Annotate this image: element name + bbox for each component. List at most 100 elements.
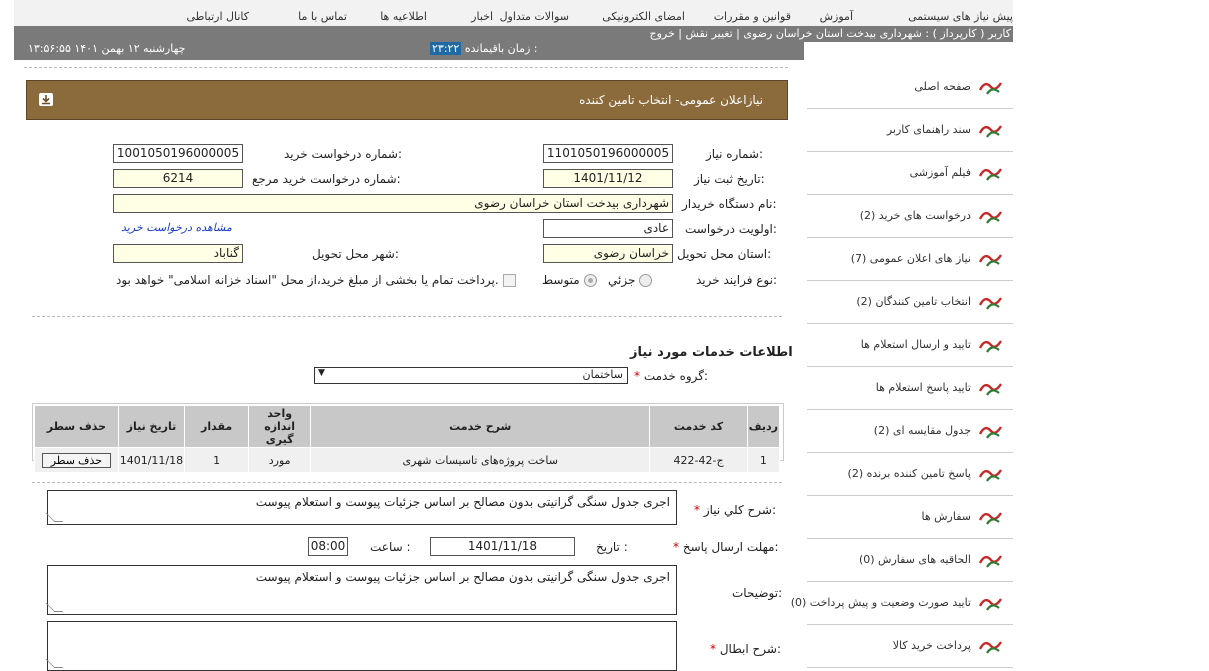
nav-prerequisites[interactable]: پیش نیاز های سیستمی xyxy=(908,10,1013,23)
req-no-label: شماره درخواست خرید: xyxy=(284,147,403,161)
col-unit: واحد اندازه گیری xyxy=(248,405,312,448)
nav-e-signature[interactable]: امضای الکترونیکی xyxy=(602,10,685,23)
city-field: گناباد xyxy=(113,244,243,263)
current-datetime: ۱۳:۵۶:۵۵ چهارشنبه ۱۲ بهمن ۱۴۰۱ xyxy=(28,42,186,55)
radio-partial[interactable] xyxy=(639,274,653,287)
sidebar-item-public-needs[interactable]: نیاز های اعلان عمومی (7) xyxy=(807,238,1013,281)
sidebar-item-order-addenda[interactable]: الحاقیه های سفارش (0) xyxy=(807,539,1013,582)
download-icon[interactable] xyxy=(39,93,53,106)
menu-logo-icon xyxy=(977,336,1005,354)
ref-req-field: 6214 xyxy=(113,169,243,188)
process-label: نوع فرایند خرید: xyxy=(696,273,778,287)
service-group-select[interactable]: ساختمان ▼ xyxy=(314,367,628,384)
col-qty: مقدار xyxy=(184,405,250,448)
menu-logo-icon xyxy=(977,207,1005,225)
sidebar-item-orders[interactable]: سفارش ها xyxy=(807,496,1013,539)
col-row: ردیف xyxy=(746,405,781,448)
general-desc-textarea[interactable]: اجری جدول سنگی گرانیتی بدون مصالح بر اسا… xyxy=(47,490,677,525)
priority-field: عادی xyxy=(543,219,673,238)
ref-req-label: شماره درخواست خرید مرجع: xyxy=(252,172,401,186)
nav-channel[interactable]: کانال ارتباطی xyxy=(186,10,249,23)
sidebar-item-user-guide[interactable]: سند راهنمای کاربر xyxy=(807,109,1013,152)
date-bar: ۱۳:۵۶:۵۵ چهارشنبه ۱۲ بهمن ۱۴۰۱ ۲۳:۲۲ زما… xyxy=(14,42,804,60)
deadline-date-field[interactable]: 1401/11/18 xyxy=(430,537,575,556)
cell-unit: مورد xyxy=(248,447,312,473)
table-row: 1 ج-42-422 ساخت پروژه‌های تاسیسات شهری م… xyxy=(34,447,781,473)
services-heading: اطلاعات خدمات مورد نیاز xyxy=(630,345,793,360)
user-bar: کاربر ( کارپرداز ) : شهرداری بیدخت استان… xyxy=(14,26,1013,42)
sidebar-item-comparison-table[interactable]: جدول مقایسه ای (2) xyxy=(807,410,1013,453)
table-header-row: ردیف کد خدمت شرح خدمت واحد اندازه گیری م… xyxy=(34,405,781,448)
req-no-field: 1001050196000005 xyxy=(113,144,243,163)
city-label: شهر محل تحویل: xyxy=(312,247,399,261)
reg-date-label: تاریخ ثبت نیاز: xyxy=(694,172,765,186)
divider xyxy=(32,482,782,483)
divider xyxy=(32,316,782,317)
sidebar-item-training-video[interactable]: فیلم آموزشی xyxy=(807,152,1013,195)
delete-row-button[interactable]: حذف سطر xyxy=(41,452,112,468)
nav-news[interactable]: اخبار xyxy=(471,10,493,23)
nav-faq[interactable]: سوالات متداول xyxy=(500,10,569,23)
sidebar-item-home[interactable]: صفحه اصلی xyxy=(807,66,1013,109)
sidebar-item-pay-goods[interactable]: پرداخت خرید کالا xyxy=(807,625,1013,668)
menu-logo-icon xyxy=(977,422,1005,440)
priority-label: اولویت درخواست: xyxy=(685,222,777,236)
panel-title: نیازاعلان عمومی- انتخاب تامین کننده xyxy=(579,93,763,107)
cell-row: 1 xyxy=(746,447,781,473)
menu-logo-icon xyxy=(977,293,1005,311)
cell-code: ج-42-422 xyxy=(649,447,748,473)
deadline-time-label: ساعت : xyxy=(370,540,411,554)
general-desc-label: * شرح کلي نیاز: xyxy=(694,503,777,517)
menu-logo-icon xyxy=(977,78,1005,96)
payment-note: پرداخت تمام یا بخشی از مبلغ خرید،از محل … xyxy=(116,273,499,287)
sidebar-item-approve-statements[interactable]: تایید صورت وضعیت و پیش پرداخت (0) xyxy=(791,582,1013,625)
opt-partial: جزئي xyxy=(608,273,653,287)
menu-logo-icon xyxy=(977,637,1005,655)
province-label: استان محل تحویل: xyxy=(677,247,772,261)
view-request-link[interactable]: مشاهده درخواست خرید xyxy=(121,221,232,234)
col-desc: شرح خدمت xyxy=(310,405,651,448)
col-code: کد خدمت xyxy=(649,405,748,448)
timer-value: ۲۳:۲۲ xyxy=(430,42,462,55)
nav-training[interactable]: آموزش xyxy=(820,10,853,23)
col-delete: حذف سطر xyxy=(34,405,119,448)
cell-date: 1401/11/18 xyxy=(117,447,186,473)
payment-checkbox[interactable] xyxy=(502,274,516,287)
deadline-time-field[interactable]: 08:00 xyxy=(308,537,348,556)
session-timer: ۲۳:۲۲ زمان باقیمانده : xyxy=(430,42,537,55)
page: پیش نیاز های سیستمی آموزش قوانین و مقررا… xyxy=(14,0,1013,671)
menu-logo-icon xyxy=(977,594,1005,612)
cancel-desc-textarea[interactable] xyxy=(47,621,677,671)
cancel-desc-label: * شرح ابطال: xyxy=(710,642,782,656)
menu-logo-icon xyxy=(977,379,1005,397)
notes-textarea[interactable]: اجری جدول سنگی گرانیتی بدون مصالح بر اسا… xyxy=(47,565,677,615)
deadline-date-label: تاریخ : xyxy=(596,540,628,554)
cell-qty: 1 xyxy=(184,447,250,473)
sidebar-item-approve-send-inquiries[interactable]: تایید و ارسال استعلام ها xyxy=(807,324,1013,367)
sidebar-item-approve-inquiry-responses[interactable]: تایید پاسخ استعلام ها xyxy=(807,367,1013,410)
sidebar-item-winner-response[interactable]: پاسخ تامین کننده برنده (2) xyxy=(807,453,1013,496)
cell-desc: ساخت پروژه‌های تاسیسات شهری xyxy=(310,447,651,473)
nav-contact[interactable]: تماس با ما xyxy=(298,10,347,23)
divider xyxy=(24,67,788,68)
opt-medium: متوسط xyxy=(542,273,597,287)
radio-medium[interactable] xyxy=(583,274,597,287)
deadline-label: * مهلت ارسال پاسخ: xyxy=(673,540,779,554)
need-no-field: 1101050196000005 xyxy=(543,144,673,163)
buyer-field: شهرداری بیدخت استان خراسان رضوی xyxy=(113,194,673,213)
payment-option: پرداخت تمام یا بخشی از مبلغ خرید،از محل … xyxy=(116,273,516,287)
nav-announcements[interactable]: اطلاعیه ها xyxy=(380,10,427,23)
reg-date-field: 1401/11/12 xyxy=(543,169,673,188)
menu-logo-icon xyxy=(977,465,1005,483)
menu-logo-icon xyxy=(977,121,1005,139)
menu-logo-icon xyxy=(977,551,1005,569)
sidebar-item-purchase-requests[interactable]: درخواست های خرید (2) xyxy=(807,195,1013,238)
sidebar-item-select-suppliers[interactable]: انتخاب تامین کنندگان (2) xyxy=(807,281,1013,324)
nav-laws[interactable]: قوانین و مقررات xyxy=(714,10,791,23)
panel-header: نیازاعلان عمومی- انتخاب تامین کننده xyxy=(26,80,788,120)
menu-logo-icon xyxy=(977,164,1005,182)
need-no-label: شماره نیاز: xyxy=(706,147,764,161)
cell-delete: حذف سطر xyxy=(34,447,119,473)
user-info[interactable]: کاربر ( کارپرداز ) : شهرداری بیدخت استان… xyxy=(649,27,1011,40)
notes-label: توضیحات: xyxy=(732,586,783,600)
